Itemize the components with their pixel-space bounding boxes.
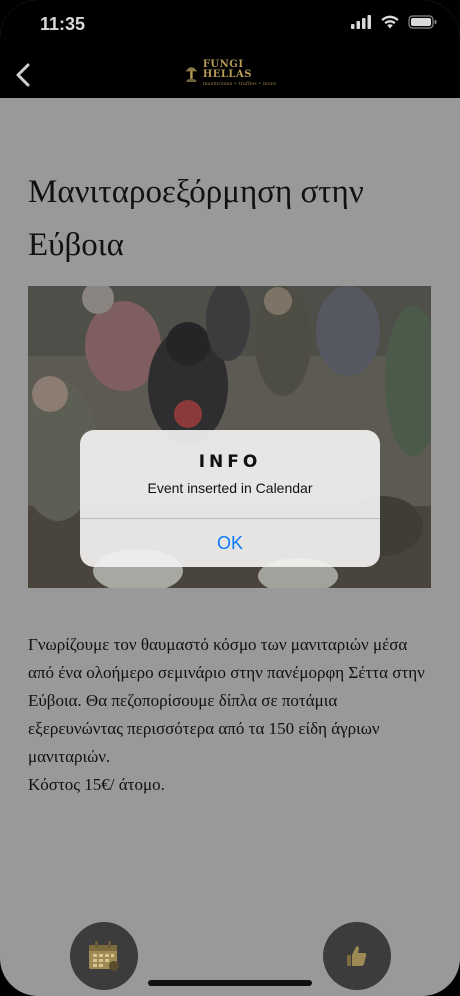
alert-ok-button[interactable]: OK	[80, 519, 380, 567]
thumbs-up-icon	[347, 946, 367, 966]
signal-icon	[351, 15, 371, 29]
alert-title: INFO	[198, 452, 262, 472]
add-to-calendar-button[interactable]	[70, 922, 138, 990]
wifi-icon	[381, 15, 399, 29]
home-indicator	[148, 980, 312, 986]
status-icons	[350, 14, 438, 30]
logo-subtitle: mushrooms • truffles • more	[202, 80, 276, 87]
top-bar: 11:35 FUNGI HELLAS mushrooms • truffles …	[0, 0, 460, 98]
device-notch	[115, 0, 345, 34]
mushroom-logo-icon	[185, 67, 198, 83]
logo-title: FUNGI HELLAS	[202, 58, 252, 80]
status-time: 11:35	[40, 14, 86, 34]
logo-text: FUNGI HELLAS mushrooms • truffles • more	[202, 58, 280, 87]
event-title: Μανιταροεξόρμηση στην Εύβοια	[28, 174, 364, 263]
event-description-text: Γνωρίζουμε τον θαυμαστό κόσμο των μανιτα…	[28, 635, 425, 766]
info-alert: INFO Event inserted in Calendar OK	[80, 430, 380, 567]
battery-icon	[408, 15, 437, 29]
back-button[interactable]	[8, 58, 42, 92]
app-screen: 11:35 FUNGI HELLAS mushrooms • truffles …	[0, 0, 460, 996]
event-description: Γνωρίζουμε τον θαυμαστό κόσμο των μανιτα…	[28, 631, 432, 799]
like-button[interactable]	[323, 922, 391, 990]
alert-message: Event inserted in Calendar	[147, 480, 313, 496]
calendar-icon	[89, 941, 119, 971]
brand-logo: FUNGI HELLAS mushrooms • truffles • more	[184, 58, 280, 88]
event-cost: Κόστος 15€/ άτομο.	[28, 775, 165, 794]
